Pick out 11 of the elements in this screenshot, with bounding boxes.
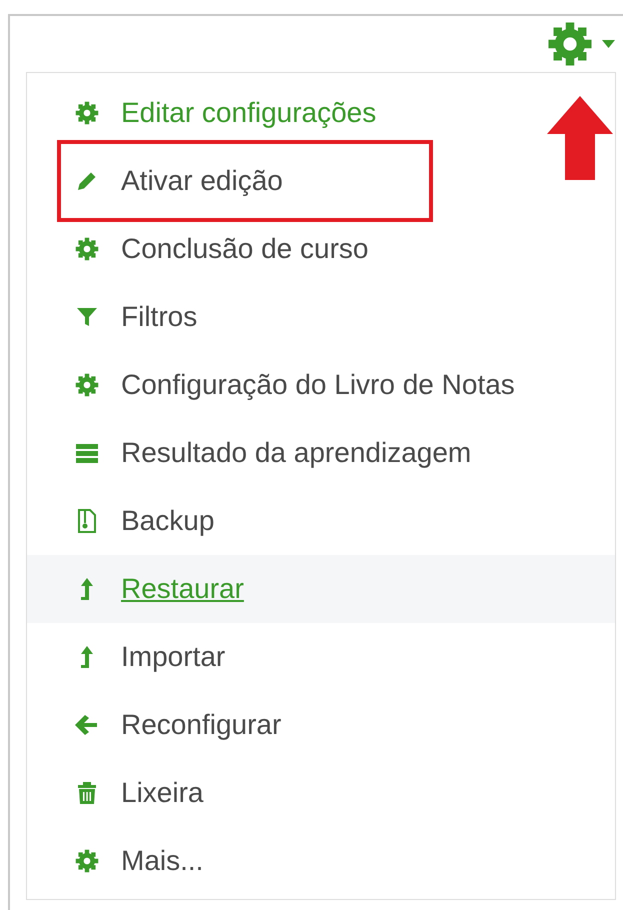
menu-item[interactable]: Filtros [121, 301, 198, 333]
menu-item[interactable]: Configuração do Livro de Notas [121, 369, 515, 401]
menu-item[interactable]: Mais... [121, 845, 204, 877]
menu-item[interactable]: Backup [121, 505, 214, 537]
menu-item[interactable]: Lixeira [121, 777, 204, 809]
menu-item[interactable]: Importar [121, 641, 226, 673]
menu-item[interactable]: Resultado da aprendizagem [121, 437, 472, 469]
menu-item[interactable]: Conclusão de curso [121, 233, 368, 265]
menu-item[interactable]: Editar configurações [121, 97, 376, 129]
menu-item[interactable]: Reconfigurar [121, 709, 282, 741]
menu-item[interactable]: Ativar edição [121, 165, 283, 197]
